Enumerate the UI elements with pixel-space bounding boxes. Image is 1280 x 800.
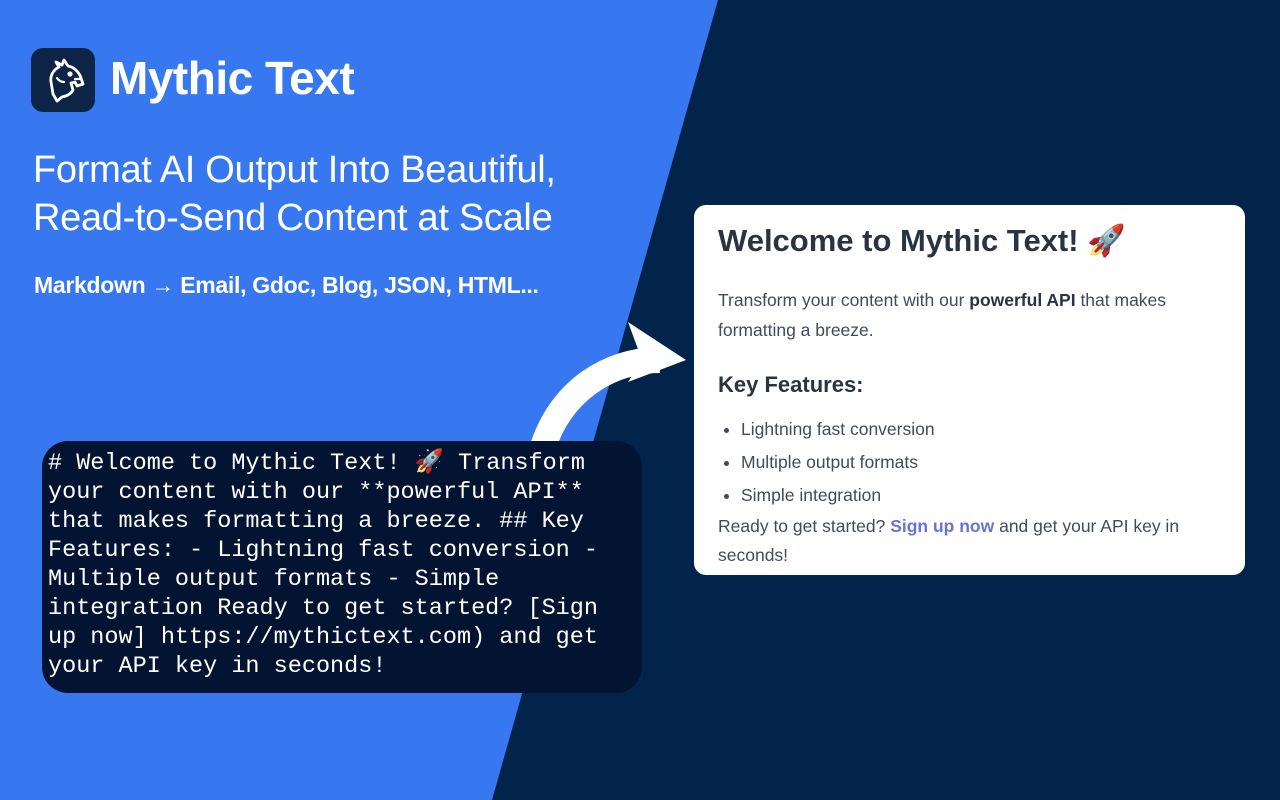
feature-item: Lightning fast conversion (741, 413, 1221, 446)
headline: Format AI Output Into Beautiful, Read-to… (33, 146, 673, 242)
sign-up-link[interactable]: Sign up now (890, 516, 994, 536)
feature-item: Multiple output formats (741, 446, 1221, 479)
curved-arrow-icon (529, 322, 686, 455)
markdown-source-box: # Welcome to Mythic Text! 🚀 Transform yo… (42, 441, 642, 693)
dragon-icon (49, 58, 85, 103)
headline-line-1: Format AI Output Into Beautiful, (33, 149, 556, 191)
supported-formats: Markdown → Email, Gdoc, Blog, JSON, HTML… (34, 272, 539, 298)
preview-intro-text: Transform your content with our (718, 290, 970, 310)
headline-line-2: Read-to-Send Content at Scale (33, 197, 553, 239)
rendered-preview-card: Welcome to Mythic Text! 🚀 Transform your… (694, 205, 1245, 575)
preview-subtitle: Key Features: (718, 372, 864, 397)
logo (31, 48, 95, 112)
preview-cta-text: Ready to get started? (718, 516, 891, 536)
preview-intro: Transform your content with our powerful… (718, 285, 1221, 345)
preview-intro-bold: powerful API (969, 290, 1076, 310)
preview-title: Welcome to Mythic Text! 🚀 (718, 223, 1126, 258)
brand-name: Mythic Text (110, 52, 355, 104)
feature-item: Simple integration (741, 479, 1221, 512)
feature-list: Lightning fast conversion Multiple outpu… (718, 413, 1221, 512)
preview-cta: Ready to get started? Sign up now and ge… (718, 512, 1221, 570)
